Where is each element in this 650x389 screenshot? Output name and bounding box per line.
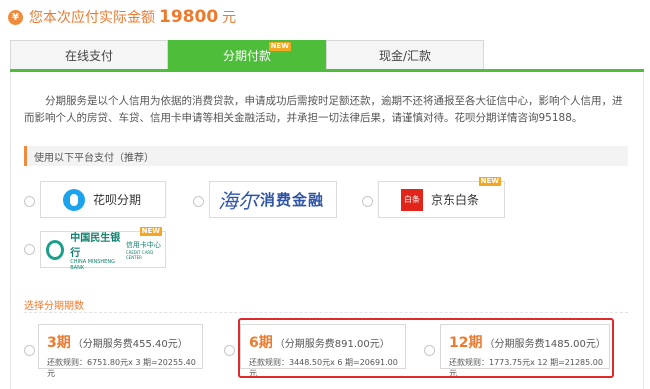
payment-tabs: 在线支付 分期付款 NEW 现金/汇款 <box>10 40 644 72</box>
radio-jd[interactable] <box>362 196 373 207</box>
radio-period-6[interactable] <box>224 345 235 356</box>
new-badge: NEW <box>139 227 162 236</box>
tab-label: 现金/汇款 <box>378 48 432 63</box>
minsheng-logo <box>46 239 65 260</box>
tab-label: 分期付款 <box>222 48 271 63</box>
minsheng-cn: 中国民生银行 <box>70 232 121 259</box>
platform-jd-baitiao[interactable]: 白条 京东白条 NEW <box>378 177 505 218</box>
minsheng-sub-block: 信用卡中心 CREDIT CARD CENTER <box>126 240 165 260</box>
tab-installment[interactable]: 分期付款 NEW <box>168 40 326 69</box>
radio-period-3[interactable] <box>24 345 35 356</box>
amount-value: 19800 <box>159 7 219 27</box>
highlight-box <box>238 318 614 378</box>
tab-cash-remit[interactable]: 现金/汇款 <box>326 40 484 69</box>
platform-label: 花呗分期 <box>93 193 142 207</box>
amount-unit: 元 <box>222 10 237 26</box>
minsheng-en: CHINA MINSHENG BANK <box>70 258 115 271</box>
period-divider <box>24 312 628 313</box>
period-rule: 还款规则：6751.80元x 3 期=20255.40元 <box>47 358 196 378</box>
installment-description: 分期服务是以个人信用为依据的消费贷款，申请成功后需按时足额还款，逾期不还将通报至… <box>24 95 623 124</box>
platform-minsheng[interactable]: 中国民生银行 CHINA MINSHENG BANK 信用卡中心 CREDIT … <box>40 227 166 271</box>
amount-bar: ¥ 您本次应付实际金额 19800 元 <box>8 4 236 30</box>
jd-baitiao-icon: 白条 <box>401 188 423 211</box>
amount-label: 您本次应付实际金额 <box>29 10 155 26</box>
platform-label: 消费金融 <box>260 191 325 209</box>
minsheng-sub: 信用卡中心 <box>125 240 161 249</box>
huabei-icon <box>63 188 85 211</box>
tab-online-pay[interactable]: 在线支付 <box>10 40 168 69</box>
new-badge: NEW <box>268 42 291 51</box>
period-option-3[interactable]: 3期 （分期服务费455.40元） 还款规则：6751.80元x 3 期=202… <box>38 324 203 378</box>
radio-huabei[interactable] <box>24 196 35 207</box>
period-section-title: 选择分期期数 <box>24 301 84 312</box>
period-count: 3期 <box>47 335 71 351</box>
platform-haier[interactable]: 海尔 消费金融 <box>209 181 337 218</box>
minsheng-sub-en: CREDIT CARD CENTER <box>125 249 154 260</box>
yen-icon: ¥ <box>8 9 23 25</box>
tab-label: 在线支付 <box>64 48 113 63</box>
platform-section-title: 使用以下平台支付（推荐） <box>24 146 628 166</box>
period-fee: （分期服务费455.40元） <box>72 339 188 350</box>
new-badge: NEW <box>478 177 501 186</box>
minsheng-name: 中国民生银行 CHINA MINSHENG BANK <box>70 229 123 271</box>
radio-haier[interactable] <box>193 196 204 207</box>
haier-logo: 海尔 <box>218 189 258 213</box>
radio-minsheng[interactable] <box>24 244 35 255</box>
platform-huabei[interactable]: 花呗分期 <box>40 181 166 218</box>
platform-label: 京东白条 <box>431 193 480 207</box>
